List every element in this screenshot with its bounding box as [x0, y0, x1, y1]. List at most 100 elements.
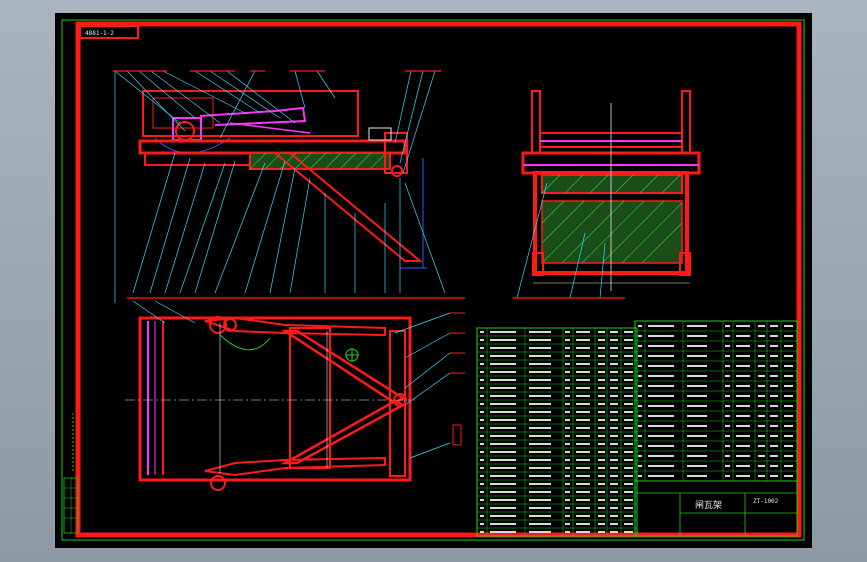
plan-wheel-bottom: [210, 475, 226, 491]
bom-cell-mark: [758, 465, 765, 467]
bom-cell-mark: [529, 515, 551, 517]
bom-cell-mark: [638, 445, 642, 447]
bom-cell-mark: [648, 465, 674, 467]
bom-cell-mark: [480, 475, 484, 477]
bom-cell-mark: [784, 345, 793, 347]
bom-cell-mark: [576, 347, 590, 349]
bom-cell-mark: [598, 435, 605, 437]
bom-cell-mark: [784, 365, 793, 367]
side-view: [113, 70, 465, 303]
bom-cell-mark: [565, 531, 570, 533]
bom-cell-mark: [770, 355, 778, 357]
bom-cell-mark: [736, 405, 750, 407]
bom-cell-mark: [725, 375, 730, 377]
bom-cell-mark: [565, 427, 570, 429]
bom-cell-mark: [529, 363, 551, 365]
bom-cell-mark: [480, 331, 484, 333]
bom-cell-mark: [610, 531, 618, 533]
bom-cell-mark: [598, 355, 605, 357]
bom-cell-mark: [598, 387, 605, 389]
bom-cell-mark: [624, 483, 633, 485]
bom-cell-mark: [610, 339, 618, 341]
bom-cell-mark: [736, 465, 750, 467]
bom-cell-mark: [610, 523, 618, 525]
bom-cell-mark: [638, 365, 642, 367]
bom-cell-mark: [784, 415, 793, 417]
bom-cell-mark: [687, 455, 707, 457]
bom-cell-mark: [638, 425, 642, 427]
title-block-title: 闸瓦架: [695, 500, 722, 511]
bom-cell-mark: [784, 385, 793, 387]
bom-cell-mark: [529, 435, 551, 437]
bom-cell-mark: [529, 403, 551, 405]
bom-cell-mark: [480, 379, 484, 381]
bom-cell-mark: [480, 371, 484, 373]
bom-cell-mark: [598, 491, 605, 493]
bom-cell-mark: [638, 325, 642, 327]
bom-cell-mark: [480, 483, 484, 485]
bom-cell-mark: [576, 363, 590, 365]
bom-cell-mark: [736, 455, 750, 457]
bom-cell-mark: [529, 491, 551, 493]
bom-cell-mark: [529, 387, 551, 389]
bom-cell-mark: [687, 325, 707, 327]
bom-cell-mark: [598, 411, 605, 413]
bom-cell-mark: [784, 435, 793, 437]
side-housing-inner: [152, 97, 214, 129]
bom-cell-mark: [529, 339, 551, 341]
bom-cell-mark: [736, 375, 750, 377]
bom-cell-mark: [770, 475, 778, 477]
bom-cell-mark: [736, 475, 750, 477]
bom-cell-mark: [624, 347, 633, 349]
bom-cell-mark: [565, 515, 570, 517]
bom-cell-mark: [565, 419, 570, 421]
bom-cell-mark: [770, 435, 778, 437]
bom-cell-mark: [480, 403, 484, 405]
bom-cell-mark: [736, 355, 750, 357]
bom-cell-mark: [687, 425, 707, 427]
bom-cell-mark: [565, 411, 570, 413]
bom-cell-mark: [784, 475, 793, 477]
bom-cell-mark: [770, 345, 778, 347]
bom-cell-mark: [480, 347, 484, 349]
plan-right-balloons: [450, 312, 465, 446]
bom-cell-mark: [687, 395, 707, 397]
bom-cell-mark: [529, 483, 551, 485]
bom-cell-mark: [565, 371, 570, 373]
bom-cell-mark: [784, 455, 793, 457]
bom-cell-mark: [638, 355, 642, 357]
bom-cell-mark: [565, 499, 570, 501]
plan-diag-a: [280, 329, 406, 405]
bom-cell-mark: [598, 467, 605, 469]
bom-cell-mark: [565, 435, 570, 437]
bom-cell-mark: [758, 335, 765, 337]
bom-cell-mark: [480, 491, 484, 493]
bom-cell-mark: [758, 365, 765, 367]
bom-cell-mark: [770, 455, 778, 457]
bom-cell-mark: [576, 483, 590, 485]
bom-cell-mark: [610, 451, 618, 453]
bom-cell-mark: [610, 387, 618, 389]
bom-cell-mark: [576, 379, 590, 381]
bom-cell-mark: [490, 347, 516, 349]
bom-cell-mark: [565, 507, 570, 509]
bom-cell-mark: [490, 499, 516, 501]
bom-cell-mark: [480, 363, 484, 365]
bom-cell-mark: [490, 475, 516, 477]
bom-cell-mark: [490, 523, 516, 525]
bom-cell-mark: [758, 355, 765, 357]
bom-cell-mark: [490, 531, 516, 533]
bom-cell-mark: [687, 445, 707, 447]
bom-cell-mark: [610, 331, 618, 333]
bom-cell-mark: [624, 387, 633, 389]
bom-cell-mark: [598, 363, 605, 365]
bom-cell-mark: [529, 347, 551, 349]
bom-cell-mark: [736, 325, 750, 327]
bom-cell-mark: [610, 379, 618, 381]
bom-cell-mark: [624, 435, 633, 437]
bom-cell-mark: [490, 467, 516, 469]
cad-viewport[interactable]: 4881-1-2 闸瓦架 ZT-1002: [55, 13, 812, 548]
bom-cell-mark: [576, 387, 590, 389]
bom-cell-mark: [529, 411, 551, 413]
bom-cell-mark: [610, 483, 618, 485]
